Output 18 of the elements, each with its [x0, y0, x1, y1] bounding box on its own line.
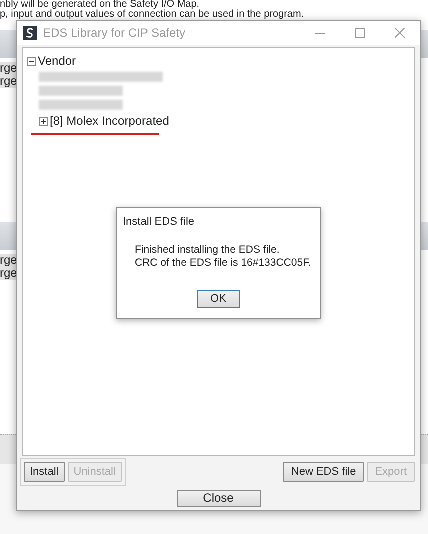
app-icon: [23, 26, 37, 40]
maximize-icon: [355, 28, 365, 38]
description-text: p, input and output values of connection can be used in the program.: [0, 10, 304, 20]
close-icon: [395, 28, 405, 38]
close-button[interactable]: Close: [176, 490, 260, 507]
ok-button[interactable]: OK: [197, 290, 240, 308]
dialog-message: CRC of the EDS file is 16#133CC05F.: [135, 257, 312, 270]
window-title: EDS Library for CIP Safety: [43, 25, 186, 42]
minimize-icon: [315, 32, 325, 34]
tree-item[interactable]: [8] Molex Incorporated: [50, 112, 170, 130]
dialog-message: Finished installing the EDS file.: [135, 244, 280, 257]
expand-icon[interactable]: [39, 116, 48, 126]
dialog-button[interactable]: Install: [24, 462, 65, 482]
dialog-title: Install EDS file: [122, 215, 196, 230]
dialog-button[interactable]: New EDS file: [283, 462, 364, 482]
tree-item[interactable]: Vendor: [38, 52, 76, 70]
description-text: nbly will be generated on the Safety I/O Map.: [0, 0, 200, 10]
collapse-icon[interactable]: [27, 56, 36, 66]
